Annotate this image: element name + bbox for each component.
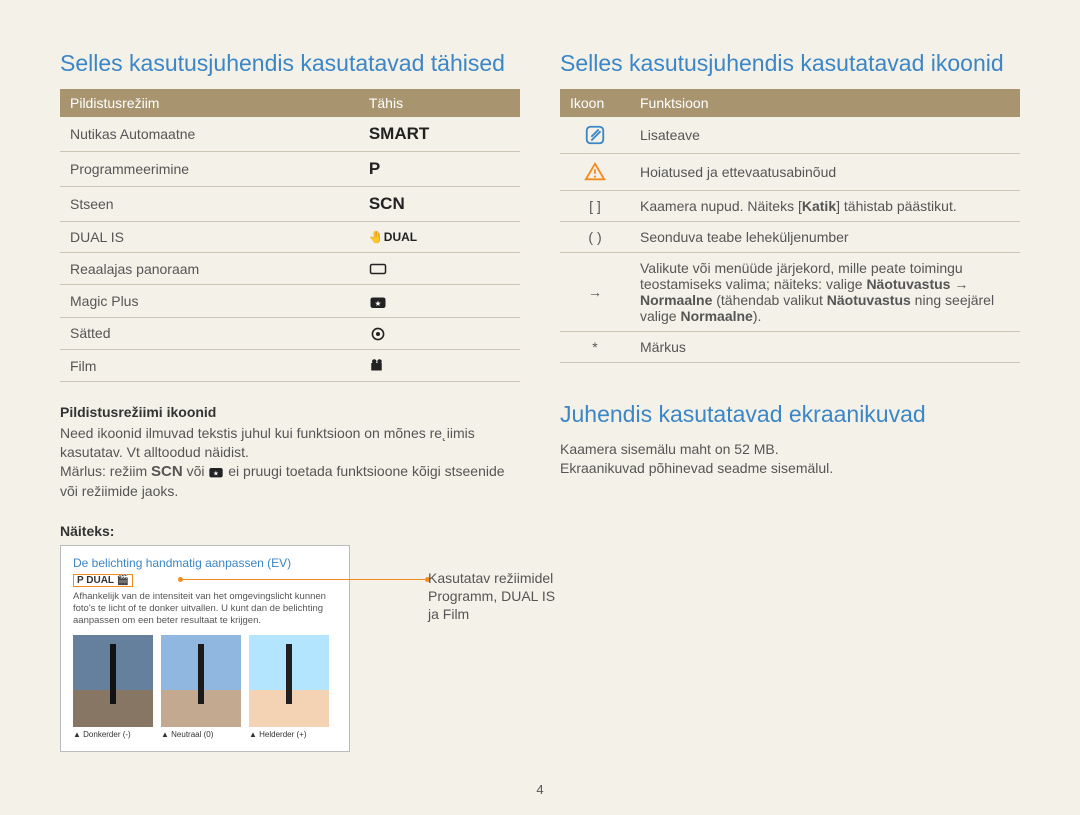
gear-icon — [359, 317, 520, 349]
thumb-darker — [73, 635, 153, 727]
thumb-brighter — [249, 635, 329, 727]
right-text1: Kaamera sisemälu maht on 52 MB. — [560, 440, 1020, 459]
th-sym: Tähis — [359, 89, 520, 117]
parens-icon: ( ) — [560, 222, 630, 253]
th-mode: Pildistusrežiim — [60, 89, 359, 117]
left-heading: Selles kasutusjuhendis kasutatavad tähis… — [60, 50, 520, 77]
right-column: Selles kasutusjuhendis kasutatavad ikoon… — [560, 50, 1020, 752]
example-desc: Afhankelijk van de intensiteit van het o… — [73, 591, 337, 627]
callout-text: Kasutatav režiimidel Programm, DUAL IS j… — [428, 569, 558, 624]
th-func: Funktsioon — [630, 89, 1020, 117]
example-title: De belichting handmatig aanpassen (EV) — [73, 556, 337, 570]
svg-text:★: ★ — [213, 470, 219, 478]
film-icon — [359, 349, 520, 381]
thumb-neutral — [161, 635, 241, 727]
func-arrow: Valikute või menüüde järjekord, mille pe… — [630, 253, 1020, 332]
info-icon — [560, 117, 630, 154]
mode-icons-text2: Märlus: režiim SCN või ★ ei pruugi toeta… — [60, 462, 520, 501]
example-label: Näiteks: — [60, 523, 520, 539]
panorama-icon — [359, 253, 520, 285]
warning-icon — [560, 154, 630, 191]
right-heading1: Selles kasutusjuhendis kasutatavad ikoon… — [560, 50, 1020, 77]
example-mode-chip: P DUAL 🎬 — [73, 574, 133, 587]
right-text2: Ekraanikuvad põhinevad seadme sisemälul. — [560, 459, 1020, 478]
icons-table: Ikoon Funktsioon Lisateave Hoiatused ja … — [560, 89, 1020, 363]
subhead-mode-icons: Pildistusrežiimi ikoonid — [60, 404, 520, 420]
svg-text:★: ★ — [374, 298, 381, 307]
brackets-icon: [ ] — [560, 191, 630, 222]
example-box: De belichting handmatig aanpassen (EV) P… — [60, 545, 350, 752]
arrow-icon: → — [560, 253, 630, 332]
th-icon: Ikoon — [560, 89, 630, 117]
asterisk-icon: * — [560, 332, 630, 363]
func-brackets: Kaamera nupud. Näiteks [Katik] tähistab … — [630, 191, 1020, 222]
star-icon: ★ — [359, 285, 520, 317]
callout-line — [180, 579, 428, 580]
modes-table: Pildistusrežiim Tähis Nutikas Automaatne… — [60, 89, 520, 382]
page-number: 4 — [0, 782, 1080, 797]
left-column: Selles kasutusjuhendis kasutatavad tähis… — [60, 50, 520, 752]
mode-icons-text1: Need ikoonid ilmuvad tekstis juhul kui f… — [60, 424, 520, 462]
right-heading2: Juhendis kasutatavad ekraanikuvad — [560, 401, 1020, 428]
